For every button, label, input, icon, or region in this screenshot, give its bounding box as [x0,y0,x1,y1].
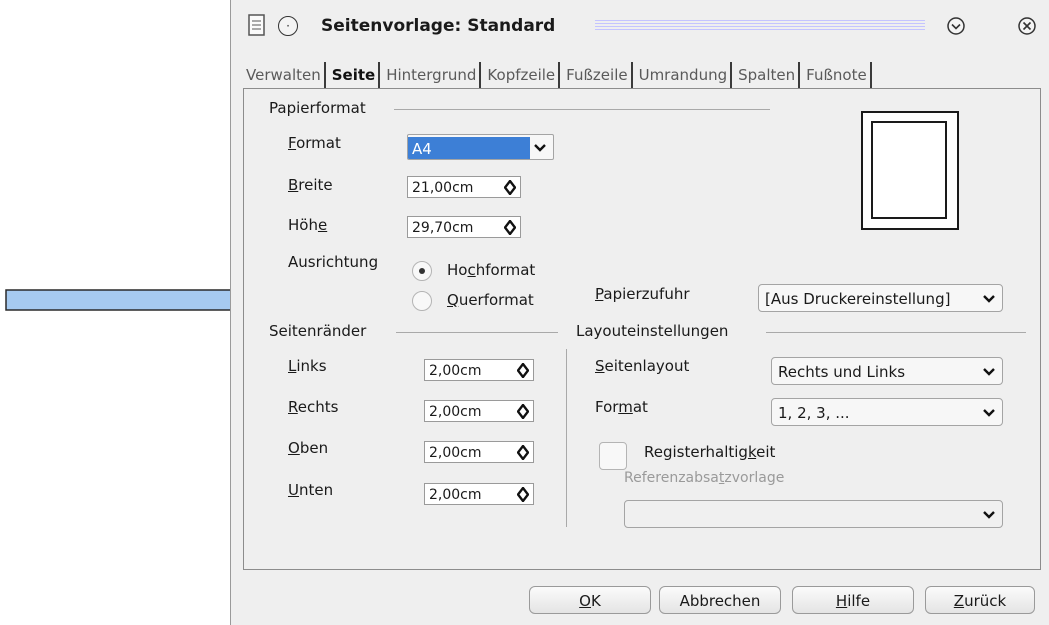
tab-kopfzeile[interactable]: Kopfzeile [484,62,561,88]
chevron-down-icon [983,368,995,376]
spin-arrows-icon [517,363,529,378]
layout-settings-title: Layouteinstellungen [576,322,729,340]
tab-bar: Verwalten Seite Hintergrund Kopfzeile Fu… [243,58,875,88]
chevron-down-icon [983,409,995,417]
tab-fussnote[interactable]: Fußnote [803,62,872,88]
spin-arrows-icon [504,180,516,195]
spin-arrows-icon [504,220,516,235]
minimize-button[interactable] [945,15,967,37]
bottom-margin-value: 2,00cm [429,487,482,503]
numbering-format-label: Format [595,398,648,416]
height-value: 29,70cm [412,220,474,236]
dot-icon: · [278,16,298,36]
chevron-down-icon [947,17,965,35]
register-true-label[interactable]: Registerhaltigkeit [644,443,775,461]
left-margin-label: Links [288,357,327,375]
top-margin-label: Oben [288,439,329,457]
column-separator [566,349,567,527]
left-margin-value: 2,00cm [429,363,482,379]
document-icon [247,13,267,37]
cancel-button[interactable]: Abbrechen [659,586,781,614]
landscape-radio[interactable] [412,291,432,311]
help-button[interactable]: Hilfe [792,586,914,614]
ok-button[interactable]: OK [529,586,651,614]
height-label: Höhe [288,216,328,234]
window-menu-button[interactable]: · [277,15,299,37]
reference-style-label: Referenzabsatzvorlage [624,470,785,486]
divider [394,109,770,110]
spin-arrows-icon [517,445,529,460]
divider [766,332,1026,333]
spin-arrows-icon [517,404,529,419]
tab-page-seite: Papierformat Format A4 Breite 21,00cm Hö… [243,88,1041,570]
reference-style-select[interactable] [624,500,1003,528]
orientation-label: Ausrichtung [288,253,379,271]
page-layout-value: Rechts und Links [778,363,906,381]
chevron-down-icon [983,295,995,303]
tab-hintergrund[interactable]: Hintergrund [383,62,482,88]
page-layout-label: Seitenlayout [595,357,690,375]
width-value: 21,00cm [412,180,474,196]
tab-verwalten[interactable]: Verwalten [243,62,326,88]
width-label: Breite [288,176,333,194]
numbering-format-select[interactable]: 1, 2, 3, ... [771,398,1003,426]
window-title: Seitenvorlage: Standard [321,16,556,36]
page-layout-select[interactable]: Rechts und Links [771,357,1003,385]
format-label: Format [288,134,341,152]
landscape-label[interactable]: Querformat [447,291,534,309]
page-style-dialog: · Seitenvorlage: Standard Verwalten Seit… [230,0,1049,625]
divider [396,332,558,333]
chevron-down-icon [983,511,995,519]
bottom-margin-spinner[interactable]: 2,00cm [424,483,534,505]
left-margin-spinner[interactable]: 2,00cm [424,359,534,381]
portrait-label[interactable]: Hochformat [447,261,535,279]
tab-seite[interactable]: Seite [329,62,381,88]
top-margin-spinner[interactable]: 2,00cm [424,441,534,463]
width-spinner[interactable]: 21,00cm [407,176,521,198]
paper-tray-select[interactable]: [Aus Druckereinstellung] [758,284,1003,312]
chevron-down-icon [534,144,546,152]
top-margin-value: 2,00cm [429,445,482,461]
close-button[interactable] [1016,15,1038,37]
paper-tray-value: [Aus Druckereinstellung] [765,290,951,308]
format-select[interactable]: A4 [407,134,554,160]
page-preview-sheet [871,121,947,219]
paper-tray-label: Papierzufuhr [595,285,690,303]
tab-umrandung[interactable]: Umrandung [636,62,733,88]
title-bar-decoration [595,20,925,31]
back-button[interactable]: Zurück [925,586,1035,614]
tab-fusszeile[interactable]: Fußzeile [563,62,633,88]
title-bar: · Seitenvorlage: Standard [231,0,1049,52]
register-true-checkbox[interactable] [599,442,627,470]
tab-spalten[interactable]: Spalten [735,62,801,88]
format-value: A4 [408,137,530,159]
spin-arrows-icon [517,487,529,502]
bottom-margin-label: Unten [288,481,334,499]
page-preview [861,111,959,230]
right-margin-spinner[interactable]: 2,00cm [424,400,534,422]
height-spinner[interactable]: 29,70cm [407,216,521,238]
portrait-radio[interactable] [412,261,432,281]
right-margin-value: 2,00cm [429,404,482,420]
margins-title: Seitenränder [269,322,367,340]
numbering-format-value: 1, 2, 3, ... [778,404,850,422]
close-icon [1018,17,1036,35]
right-margin-label: Rechts [288,398,339,416]
paper-format-title: Papierformat [269,99,366,117]
